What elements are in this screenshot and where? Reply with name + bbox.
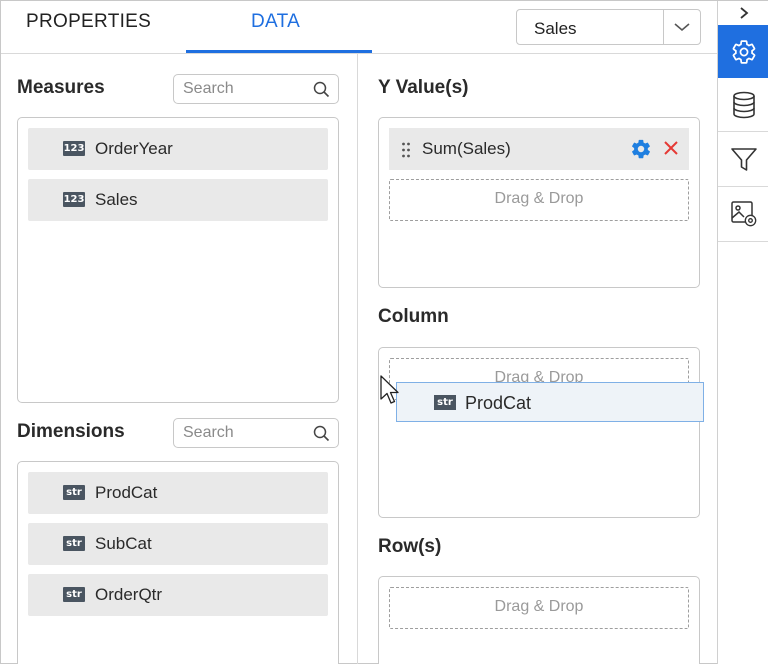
y-values-well[interactable]: Sum(Sales) Drag & Drop (378, 117, 700, 288)
drop-zone-label: Drag & Drop (494, 190, 584, 207)
database-icon[interactable] (718, 78, 768, 131)
rows-well[interactable]: Drag & Drop (378, 576, 700, 664)
right-toolbar (717, 1, 768, 664)
tab-properties[interactable]: PROPERTIES (26, 11, 151, 33)
list-item-measure[interactable]: 123 Sales (28, 179, 328, 221)
measures-search-input[interactable]: Search (173, 74, 339, 104)
rows-title: Row(s) (378, 536, 442, 557)
datasource-dropdown[interactable]: Sales (516, 9, 701, 45)
image-settings-icon[interactable] (718, 187, 768, 240)
tab-data[interactable]: DATA (251, 11, 300, 33)
dimensions-title: Dimensions (17, 421, 125, 442)
field-label: OrderYear (95, 139, 173, 158)
column-title: Column (378, 306, 449, 327)
toolbar-divider (718, 241, 768, 242)
chevron-right-icon[interactable] (718, 1, 768, 25)
widget-properties-panel: PROPERTIES DATA Sales Measures Search 12… (0, 0, 768, 664)
string-type-icon: str (63, 536, 85, 551)
search-icon (313, 81, 330, 103)
list-item-measure[interactable]: 123 OrderYear (28, 128, 328, 170)
field-label: OrderQtr (95, 585, 163, 604)
measures-list: 123 OrderYear 123 Sales (17, 117, 339, 403)
panel-tab-bar: PROPERTIES DATA Sales (1, 1, 717, 54)
drag-handle-icon[interactable] (401, 141, 411, 164)
column-divider (357, 54, 358, 664)
string-type-icon: str (434, 395, 456, 410)
list-item-dimension[interactable]: str OrderQtr (28, 574, 328, 616)
field-label: SubCat (95, 534, 152, 553)
string-type-icon: str (63, 485, 85, 500)
string-type-icon: str (63, 587, 85, 602)
gear-icon[interactable] (630, 138, 652, 165)
filter-icon[interactable] (718, 132, 768, 185)
list-item-dimension[interactable]: str SubCat (28, 523, 328, 565)
y-value-item[interactable]: Sum(Sales) (389, 128, 689, 170)
list-item-dimension[interactable]: str ProdCat (28, 472, 328, 514)
dimensions-list: str ProdCat str SubCat str OrderQtr (17, 461, 339, 664)
drop-zone-label: Drag & Drop (494, 598, 584, 615)
dimensions-search-input[interactable]: Search (173, 418, 339, 448)
remove-icon[interactable] (661, 138, 681, 163)
active-tab-indicator (186, 50, 372, 53)
dragging-field-ghost[interactable]: str ProdCat (396, 382, 704, 422)
field-label: ProdCat (95, 483, 158, 502)
dragging-field-label: ProdCat (465, 393, 532, 413)
measures-title: Measures (17, 77, 105, 98)
rows-drop-zone[interactable]: Drag & Drop (389, 587, 689, 629)
dimensions-search-placeholder: Search (183, 424, 234, 441)
chevron-down-icon[interactable] (663, 10, 701, 44)
number-type-icon: 123 (63, 192, 85, 207)
number-type-icon: 123 (63, 141, 85, 156)
search-icon (313, 425, 330, 447)
y-values-drop-zone[interactable]: Drag & Drop (389, 179, 689, 221)
measures-search-placeholder: Search (183, 80, 234, 97)
gear-icon[interactable] (718, 25, 768, 78)
column-well[interactable]: Drag & Drop (378, 347, 700, 518)
mouse-pointer-icon (380, 375, 402, 412)
field-label: Sales (95, 190, 138, 209)
y-values-title: Y Value(s) (378, 77, 469, 98)
datasource-selected: Sales (534, 19, 577, 38)
y-value-label: Sum(Sales) (422, 139, 511, 158)
